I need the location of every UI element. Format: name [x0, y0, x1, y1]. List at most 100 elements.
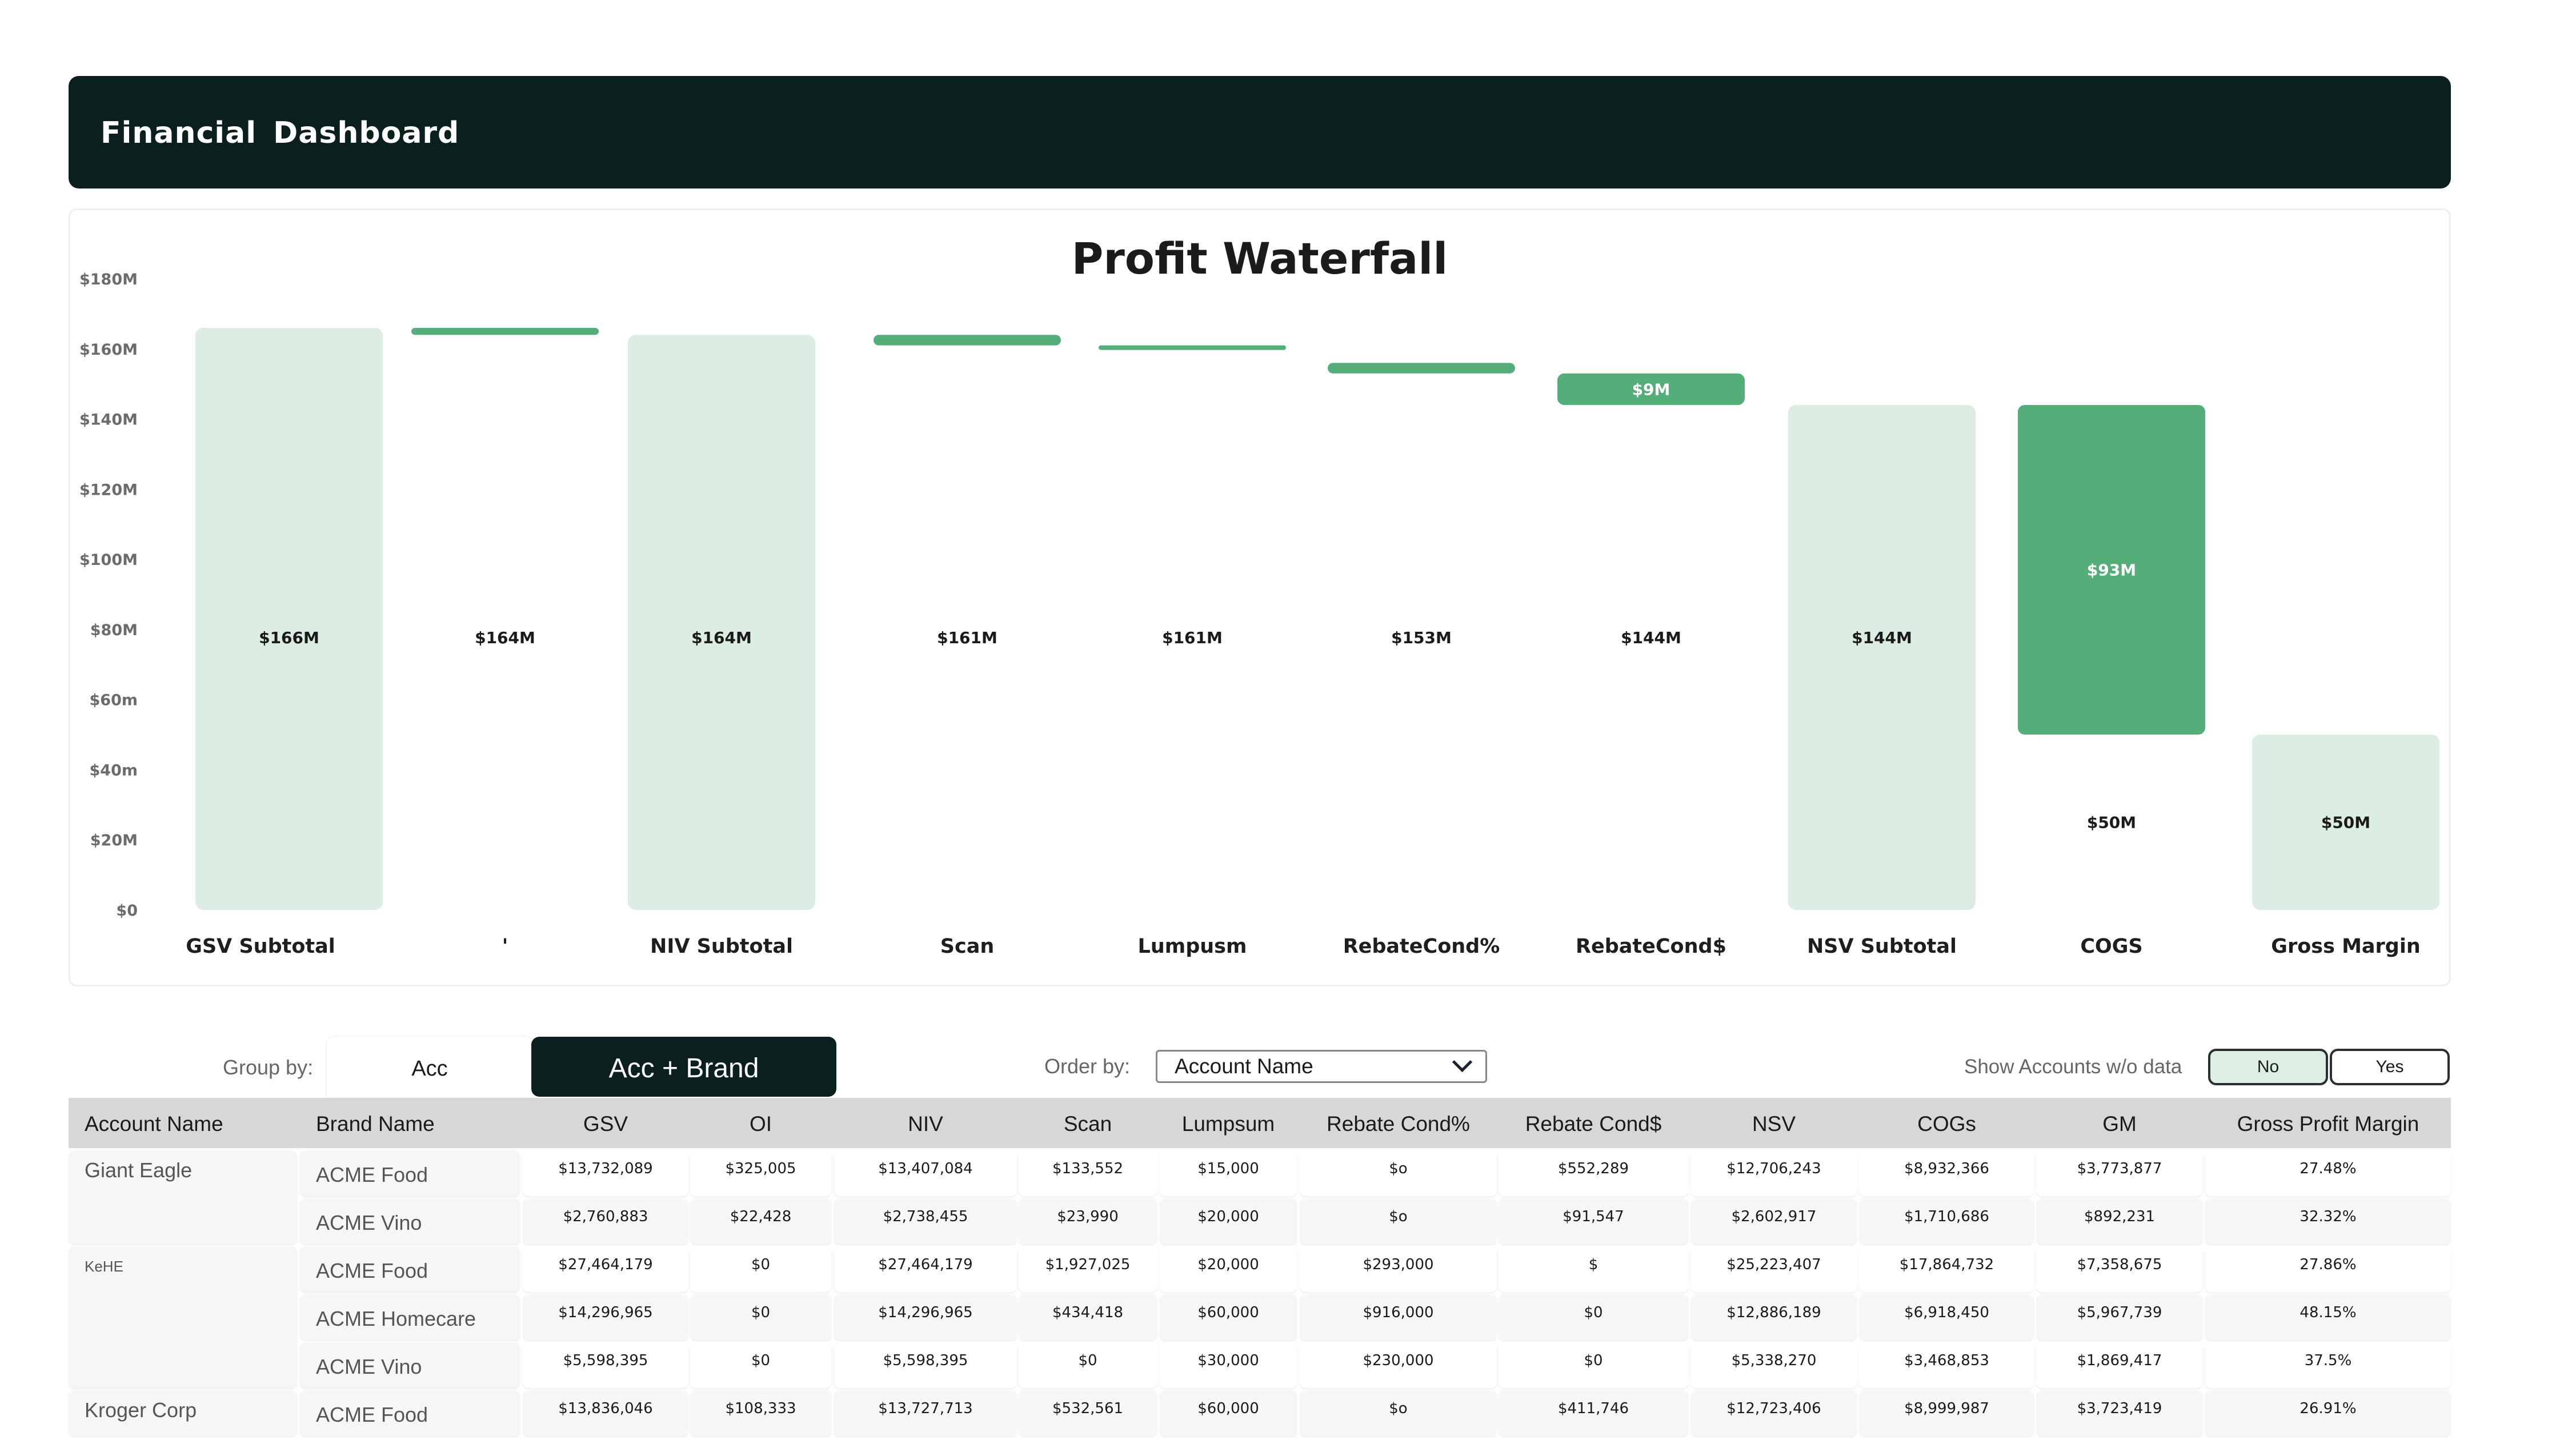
- table-cell: $13,836,046: [523, 1390, 688, 1436]
- column-header[interactable]: Brand Name: [300, 1098, 520, 1148]
- table-cell: $3,468,853: [1860, 1342, 2034, 1388]
- bar-total: [195, 327, 383, 910]
- table-cell: $25,223,407: [1691, 1246, 1857, 1292]
- table-cell: $14,296,965: [523, 1294, 688, 1340]
- x-category-label: RebateCond$: [1576, 935, 1726, 958]
- table-cell: $8,999,987: [1860, 1390, 2034, 1436]
- brand-name-cell: ACME Food: [300, 1246, 520, 1292]
- brand-name-cell: ACME Homecare: [300, 1294, 520, 1340]
- show-accounts-label: Show Accounts w/o data: [1964, 1056, 2182, 1078]
- show-accounts-yes-button[interactable]: Yes: [2330, 1049, 2450, 1085]
- table-cell: $22,428: [690, 1198, 831, 1244]
- column-header[interactable]: GM: [2037, 1098, 2202, 1148]
- table-cell: 48.15%: [2205, 1294, 2451, 1340]
- table-cell: $0: [1019, 1342, 1157, 1388]
- table-cell: $2,602,917: [1691, 1198, 1857, 1244]
- column-header[interactable]: NIV: [834, 1098, 1017, 1148]
- running-total-label: $161M: [937, 628, 997, 647]
- order-by-value: Account Name: [1175, 1054, 1313, 1078]
- running-total-label: $50M: [2087, 813, 2136, 832]
- brand-name-cell: ACME Food: [300, 1150, 520, 1196]
- table-cell: $532,561: [1019, 1390, 1157, 1436]
- y-tick-label: $140M: [79, 411, 138, 429]
- table-cell: $552,289: [1499, 1150, 1688, 1196]
- show-accounts-no-button[interactable]: No: [2208, 1049, 2328, 1085]
- running-total-label: $144M: [1621, 628, 1681, 647]
- table-cell: $2,738,455: [834, 1198, 1017, 1244]
- y-tick-label: $60m: [90, 692, 138, 709]
- table-cell: $108,333: [690, 1390, 831, 1436]
- order-by-select[interactable]: Account Name: [1156, 1050, 1487, 1083]
- table-cell: $1,927,025: [1019, 1246, 1157, 1292]
- table-cell: $8,932,366: [1860, 1150, 2034, 1196]
- waterfall-chart: $0 $20M $40m $60m $80M $100M $120M $140M $160M $1…: [79, 271, 2439, 958]
- table-cell: $0: [1499, 1342, 1688, 1388]
- app-title: Financial Dashboard: [101, 116, 460, 150]
- table-cell: $1,710,686: [1860, 1198, 2034, 1244]
- column-header[interactable]: Gross Profit Margin: [2205, 1098, 2451, 1148]
- group-by-label: Group by:: [223, 1056, 314, 1079]
- table-cell: $12,886,189: [1691, 1294, 1857, 1340]
- table-cell: $20,000: [1160, 1198, 1297, 1244]
- order-by-label: Order by:: [1044, 1054, 1131, 1078]
- table-cell: $13,727,713: [834, 1390, 1017, 1436]
- table-cell: $5,598,395: [523, 1342, 688, 1388]
- x-category-label: GSV Subtotal: [186, 935, 335, 958]
- table-cell: $0: [1499, 1294, 1688, 1340]
- column-header[interactable]: Lumpsum: [1160, 1098, 1297, 1148]
- table-cell: $434,418: [1019, 1294, 1157, 1340]
- table-cell: 27.86%: [2205, 1246, 2451, 1292]
- column-header[interactable]: COGs: [1860, 1098, 2034, 1148]
- column-header[interactable]: Scan: [1019, 1098, 1157, 1148]
- table-cell: $: [1499, 1246, 1688, 1292]
- x-category-label: Lumpusm: [1138, 935, 1247, 958]
- table-cell: $5,598,395: [834, 1342, 1017, 1388]
- table-cell: $3,773,877: [2037, 1150, 2202, 1196]
- account-name-cell: KeHE: [69, 1246, 297, 1388]
- table-cell: $3,723,419: [2037, 1390, 2202, 1436]
- column-header[interactable]: Rebate Cond%: [1300, 1098, 1497, 1148]
- bar-value-label: $164M: [691, 628, 752, 647]
- table-cell: $30,000: [1160, 1342, 1297, 1388]
- column-header[interactable]: GSV: [523, 1098, 688, 1148]
- column-header[interactable]: OI: [690, 1098, 831, 1148]
- table-cell: $17,864,732: [1860, 1246, 2034, 1292]
- running-total-label: $161M: [1162, 628, 1223, 647]
- account-name-cell: Kroger Corp: [69, 1390, 297, 1436]
- running-total-label: $153M: [1391, 628, 1452, 647]
- column-header[interactable]: Rebate Cond$: [1499, 1098, 1688, 1148]
- group-by-acc-brand-button[interactable]: Acc + Brand: [531, 1037, 836, 1097]
- brand-name-cell: ACME Vino: [300, 1198, 520, 1244]
- table-cell: $6,918,450: [1860, 1294, 2034, 1340]
- y-tick-label: $0: [116, 902, 138, 920]
- group-by-acc-button[interactable]: Acc: [327, 1037, 532, 1097]
- x-category-label: NSV Subtotal: [1807, 935, 1957, 958]
- bar-delta: [874, 335, 1061, 346]
- table-cell: $14,296,965: [834, 1294, 1017, 1340]
- table-cell: $892,231: [2037, 1198, 2202, 1244]
- table-cell: $12,706,243: [1691, 1150, 1857, 1196]
- table-cell: $133,552: [1019, 1150, 1157, 1196]
- column-header[interactable]: Account Name: [69, 1098, 297, 1148]
- column-header[interactable]: NSV: [1691, 1098, 1857, 1148]
- bar-value-label: $50M: [2321, 813, 2370, 832]
- y-tick-label: $160M: [79, 341, 138, 359]
- chevron-down-icon: [1452, 1052, 1473, 1073]
- table-cell: $13,732,089: [523, 1150, 688, 1196]
- table-cell: $27,464,179: [834, 1246, 1017, 1292]
- y-tick-label: $180M: [79, 271, 138, 288]
- app-header: Financial Dashboard: [69, 76, 2451, 188]
- table-cell: $230,000: [1300, 1342, 1497, 1388]
- account-name-cell: Giant Eagle: [69, 1150, 297, 1244]
- x-category-label: COGS: [2080, 935, 2142, 958]
- bar-delta: [1328, 363, 1515, 374]
- y-tick-label: $20M: [90, 832, 138, 849]
- table-cell: $5,338,270: [1691, 1342, 1857, 1388]
- table-cell: $20,000: [1160, 1246, 1297, 1292]
- profit-waterfall-card: Profit Waterfall $0 $20M $40m $60m $80M $100M…: [69, 208, 2451, 986]
- table-cell: $411,746: [1499, 1390, 1688, 1436]
- table-cell: $0: [690, 1294, 831, 1340]
- bar-value-label: $166M: [259, 628, 319, 647]
- table-cell: 27.48%: [2205, 1150, 2451, 1196]
- table-cell: $12,723,406: [1691, 1390, 1857, 1436]
